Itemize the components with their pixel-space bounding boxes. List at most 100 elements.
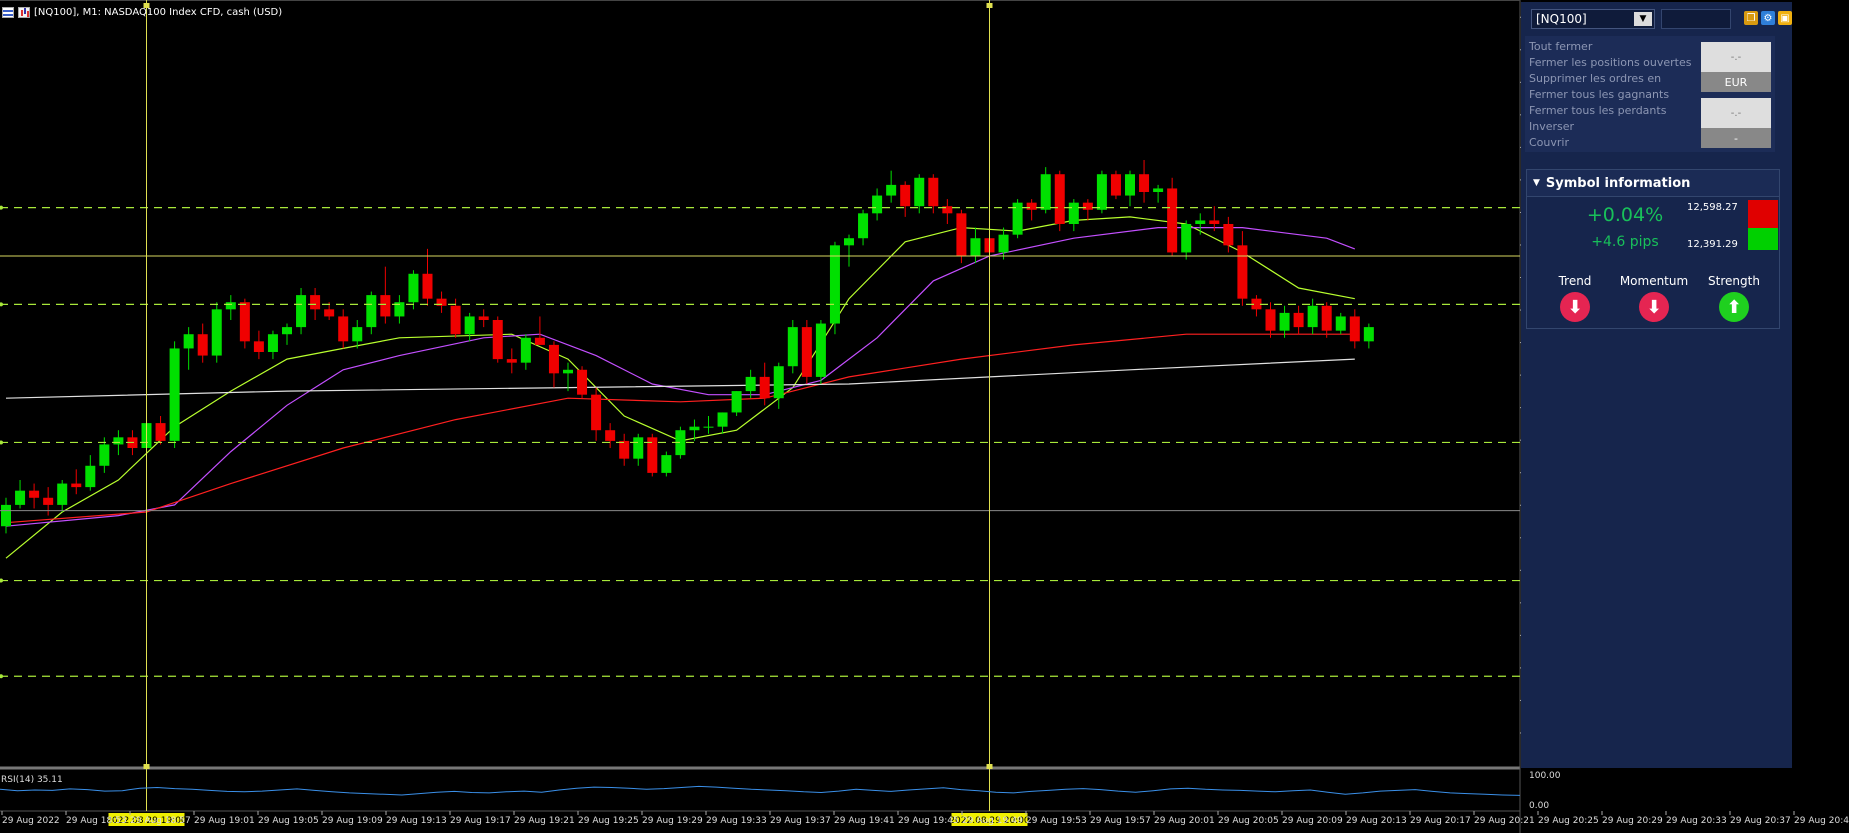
candle[interactable] [15,490,26,505]
candle[interactable] [689,426,700,431]
candle[interactable] [759,376,770,399]
lots-value-button[interactable]: -.- [1701,98,1771,128]
candle[interactable] [1,504,11,527]
hedge-button[interactable]: Couvrir [1529,136,1569,149]
candle[interactable] [1307,305,1318,328]
candle[interactable] [900,184,911,207]
candle[interactable] [225,302,236,310]
candle[interactable] [970,238,981,256]
candle[interactable] [1040,174,1051,210]
candle[interactable] [745,376,756,392]
candle[interactable] [928,177,939,207]
candle[interactable] [85,465,96,488]
candle[interactable] [464,316,475,335]
candle[interactable] [1279,312,1290,331]
candle[interactable] [1026,202,1037,210]
candle[interactable] [282,327,292,335]
close-winners-button[interactable]: Fermer tous les gagnants [1529,88,1669,101]
chart-type-icon[interactable] [18,6,30,18]
symbol-info-header[interactable]: ▼ Symbol information [1527,170,1779,197]
candle[interactable] [1068,202,1079,224]
candle[interactable] [324,309,335,317]
candle[interactable] [619,440,630,459]
candle[interactable] [492,320,503,360]
candle[interactable] [338,316,349,342]
reverse-button[interactable]: Inverser [1529,120,1574,133]
candle[interactable] [169,348,180,441]
candle[interactable] [605,430,616,441]
symbol-select[interactable]: [NQ100] ▼ [1531,9,1655,29]
candle[interactable] [408,273,419,303]
candle[interactable] [43,497,54,505]
close-all-button[interactable]: Tout fermer [1529,40,1592,53]
candle[interactable] [1139,174,1150,192]
candle[interactable] [914,177,925,207]
close-open-positions-button[interactable]: Fermer les positions ouvertes [1529,56,1692,69]
candle[interactable] [155,423,166,441]
candle[interactable] [1293,312,1304,328]
candle[interactable] [1265,309,1276,331]
candle[interactable] [506,359,517,363]
candle[interactable] [956,213,967,256]
candle[interactable] [886,184,897,196]
candle[interactable] [548,344,559,374]
chevron-down-icon[interactable]: ▼ [1634,12,1652,26]
candle[interactable] [844,238,854,246]
candle[interactable] [352,327,363,342]
candle[interactable] [380,295,391,317]
candle[interactable] [267,334,278,352]
profit-value-button[interactable]: -.- [1701,42,1771,72]
candle[interactable] [183,334,194,349]
delete-orders-button[interactable]: Supprimer les ordres en [1529,72,1661,85]
candle[interactable] [1335,316,1346,331]
candle[interactable] [1321,305,1332,331]
candle[interactable] [703,426,714,428]
candle[interactable] [787,327,798,367]
candle[interactable] [1181,224,1192,253]
candle[interactable] [253,341,264,352]
gear-icon[interactable]: ⚙ [1761,11,1775,25]
candle[interactable] [633,437,644,459]
candle[interactable] [1153,188,1164,192]
candle[interactable] [29,490,40,498]
candle[interactable] [366,295,377,328]
candle[interactable] [99,444,110,466]
candle[interactable] [1363,327,1374,342]
candle[interactable] [113,437,124,445]
candle[interactable] [1209,220,1220,224]
vertical-line-handle[interactable] [986,764,993,769]
candle[interactable] [563,369,573,374]
candle[interactable] [998,234,1009,253]
candle[interactable] [239,302,250,342]
candle[interactable] [1223,224,1234,246]
candle[interactable] [1082,202,1093,210]
candle[interactable] [858,213,869,239]
close-losers-button[interactable]: Fermer tous les perdants [1529,104,1666,117]
candle[interactable] [296,295,307,328]
lot-input[interactable] [1661,9,1731,29]
candle[interactable] [1110,174,1121,196]
candle[interactable] [661,455,672,473]
candle[interactable] [71,483,82,488]
copy-icon[interactable]: ❐ [1744,11,1758,25]
candle[interactable] [731,391,742,413]
candle[interactable] [801,327,812,377]
candle[interactable] [422,273,433,299]
candle[interactable] [57,483,68,505]
candle[interactable] [872,195,883,214]
candle[interactable] [478,316,489,320]
collapse-icon[interactable]: ▼ [1533,178,1540,188]
vertical-line-handle[interactable] [143,764,150,769]
candle[interactable] [577,369,588,395]
candle[interactable] [829,245,840,324]
menu-icon[interactable] [2,6,14,18]
candle[interactable] [211,309,222,356]
candle[interactable] [1167,188,1178,253]
candle[interactable] [534,337,545,345]
candle[interactable] [591,394,602,431]
candle[interactable] [815,323,826,377]
candle[interactable] [1195,220,1206,224]
candle[interactable] [1237,245,1248,299]
candle[interactable] [1125,174,1135,196]
candle[interactable] [520,337,531,363]
